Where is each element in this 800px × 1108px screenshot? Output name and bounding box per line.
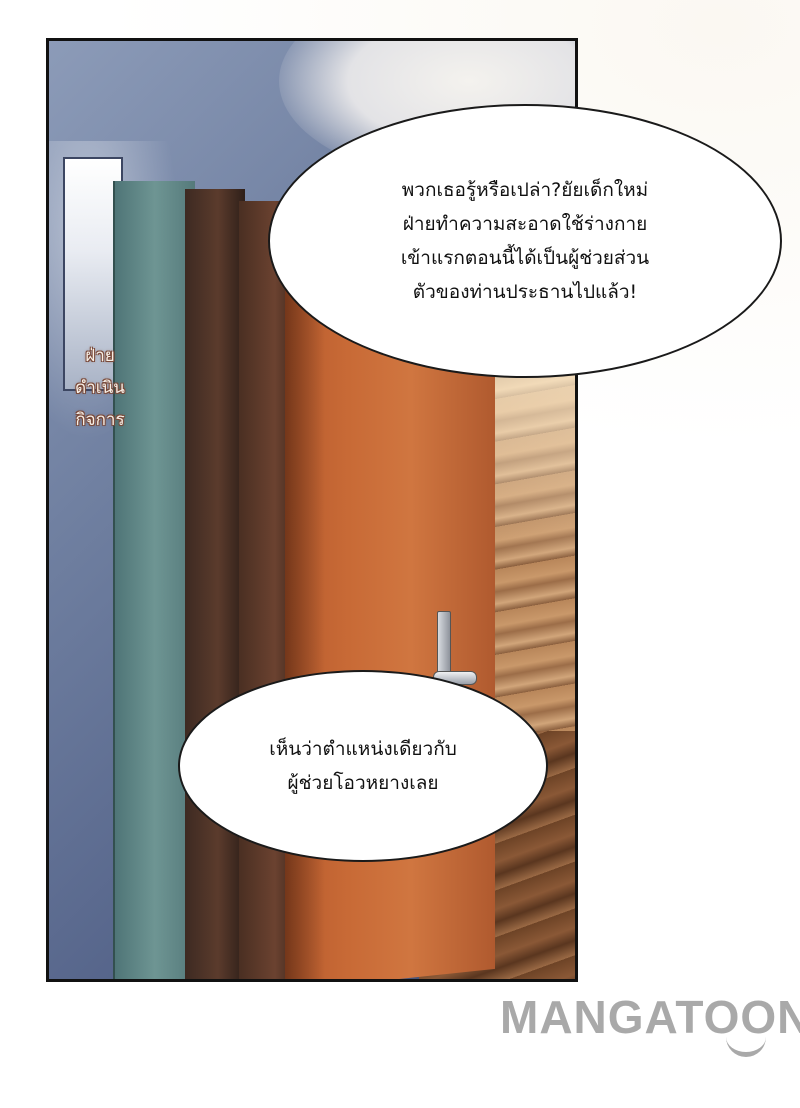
- speech-line: ฝ่ายทำความสะอาดใช้ร่างกาย: [402, 213, 648, 235]
- speech-line: ผู้ช่วยโอวหยางเลย: [287, 772, 439, 794]
- watermark-logo: MANGATOON: [500, 990, 800, 1070]
- speech-line: พวกเธอรู้หรือเปล่า?ยัยเด็กใหม่: [401, 179, 649, 201]
- sign-line: ดำเนิน: [75, 378, 125, 398]
- sign-text: ฝ่าย ดำเนิน กิจการ: [50, 340, 150, 436]
- door-shadow: [285, 266, 325, 979]
- speech-bubble-top: พวกเธอรู้หรือเปล่า?ยัยเด็กใหม่ ฝ่ายทำควา…: [268, 104, 782, 378]
- door-frame-dark: [185, 189, 245, 979]
- smile-icon: [726, 1036, 766, 1057]
- speech-line: ตัวของท่านประธานไปแล้ว!: [412, 281, 638, 303]
- speech-line: เห็นว่าตำแหน่งเดียวกับ: [269, 738, 457, 760]
- sign-line: กิจการ: [75, 410, 125, 430]
- speech-line: เข้าแรกตอนนี้ได้เป็นผู้ช่วยส่วน: [400, 247, 650, 269]
- speech-bubble-bottom: เห็นว่าตำแหน่งเดียวกับ ผู้ช่วยโอวหยางเลย: [178, 670, 548, 862]
- sign-line: ฝ่าย: [85, 346, 115, 366]
- speech-text: เห็นว่าตำแหน่งเดียวกับ ผู้ช่วยโอวหยางเลย: [269, 732, 457, 800]
- speech-text: พวกเธอรู้หรือเปล่า?ยัยเด็กใหม่ ฝ่ายทำควา…: [401, 173, 649, 309]
- door-frame-glass: [113, 181, 195, 979]
